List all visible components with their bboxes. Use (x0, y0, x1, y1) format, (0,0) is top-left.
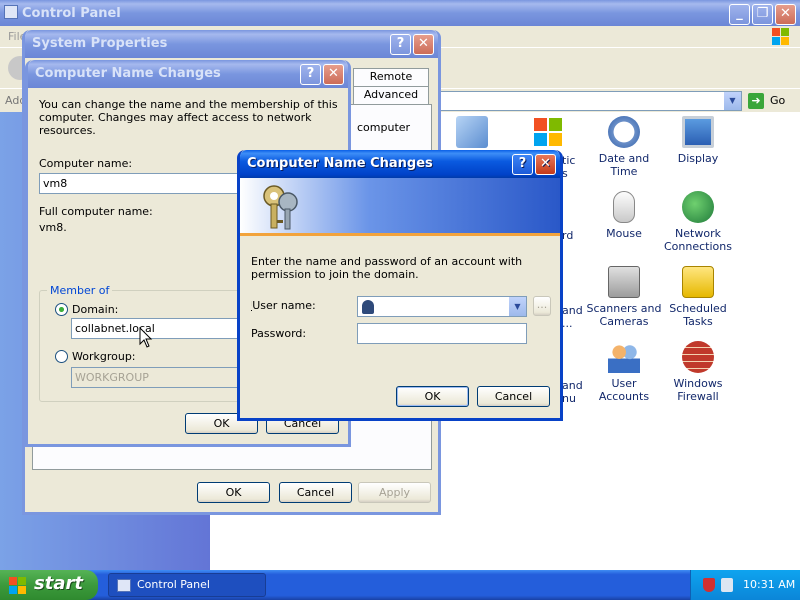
close-icon[interactable]: ✕ (775, 4, 796, 25)
close-icon[interactable]: ✕ (323, 64, 344, 85)
user-icon (362, 300, 374, 314)
close-icon[interactable]: ✕ (413, 34, 434, 55)
address-dropdown-icon[interactable]: ▼ (724, 92, 741, 110)
system-properties-title: System Properties (32, 36, 168, 51)
taskbar: start Control Panel 10:31 AM (0, 570, 800, 600)
ok-button[interactable]: OK (197, 482, 270, 503)
users-icon (608, 341, 640, 373)
scheduled-tasks-item[interactable]: Scheduled Tasks (660, 266, 736, 328)
close-icon[interactable]: ✕ (535, 154, 556, 175)
password-input[interactable] (357, 323, 527, 344)
cnc-front-titlebar[interactable]: Computer Name Changes ? ✕ (240, 150, 560, 178)
maximize-icon[interactable]: ❐ (752, 4, 773, 25)
clock[interactable]: 10:31 AM (743, 578, 795, 591)
domain-radio[interactable] (55, 303, 68, 316)
go-arrow-icon: ➜ (748, 93, 764, 109)
body-fragment: computer (357, 121, 411, 134)
start-logo-icon (9, 577, 27, 595)
firewall-icon (682, 341, 714, 373)
username-input[interactable]: ▼ (357, 296, 527, 317)
partial-label-1: tic (562, 154, 576, 167)
workgroup-label: Workgroup: (72, 350, 136, 363)
taskbar-item-control-panel[interactable]: Control Panel (108, 573, 266, 597)
cancel-button[interactable]: Cancel (279, 482, 352, 503)
partial-label-5: ... (562, 317, 573, 330)
control-panel-title: Control Panel (22, 6, 121, 21)
intro-text: You can change the name and the membersh… (39, 98, 338, 137)
control-panel-icon (4, 5, 18, 19)
start-button[interactable]: start (0, 570, 98, 600)
tab-advanced[interactable]: Advanced (353, 86, 429, 104)
full-name-value: vm8. (39, 221, 67, 234)
domain-label: Domain: (72, 303, 119, 316)
minimize-icon[interactable]: _ (729, 4, 750, 25)
password-label: Password: (251, 327, 307, 340)
security-shield-icon[interactable] (703, 578, 715, 592)
ok-button[interactable]: OK (396, 386, 469, 407)
tasks-icon (682, 266, 714, 298)
computer-name-changes-front-window: Computer Name Changes ? ✕ Enter the name… (237, 150, 563, 421)
windows-firewall-item[interactable]: Windows Firewall (660, 341, 736, 403)
speaker-icon[interactable] (721, 578, 733, 592)
go-button[interactable]: ➜ Go (748, 92, 798, 110)
help-icon[interactable]: ? (512, 154, 533, 175)
help-icon[interactable]: ? (390, 34, 411, 55)
help-icon[interactable]: ? (300, 64, 321, 85)
full-name-label: Full computer name: (39, 205, 153, 218)
scanner-icon (608, 266, 640, 298)
browse-button[interactable]: ... (533, 296, 551, 316)
user-accounts-item[interactable]: User Accounts (586, 341, 662, 403)
mouse-item[interactable]: Mouse (586, 191, 662, 240)
network-icon (682, 191, 714, 223)
partial-icon-1 (456, 116, 488, 148)
date-time-item[interactable]: Date and Time (586, 116, 662, 178)
network-connections-item[interactable]: Network Connections (660, 191, 736, 253)
username-label: UUser name: (251, 299, 316, 312)
tab-remote[interactable]: Remote (353, 68, 429, 86)
cnc-back-titlebar[interactable]: Computer Name Changes ? ✕ (28, 60, 348, 88)
partial-label-7: nu (562, 392, 576, 405)
control-panel-titlebar[interactable]: Control Panel _ ❐ ✕ (0, 0, 800, 26)
member-of-label: Member of (47, 284, 113, 297)
windows-logo-icon (770, 26, 792, 48)
clock-icon (608, 116, 640, 148)
scanners-cameras-item[interactable]: Scanners and Cameras (586, 266, 662, 328)
go-label: Go (770, 94, 786, 107)
keys-icon (263, 185, 298, 230)
display-item[interactable]: Display (660, 116, 736, 165)
display-icon (682, 116, 714, 148)
cnc-back-title: Computer Name Changes (35, 66, 221, 81)
system-properties-titlebar[interactable]: System Properties ? ✕ (25, 30, 438, 58)
partial-label-4: and (562, 304, 583, 317)
address-input[interactable]: ▼ (430, 91, 742, 111)
partial-icon-2 (532, 116, 564, 148)
mouse-icon (613, 191, 635, 223)
cnc-front-title: Computer Name Changes (247, 156, 433, 171)
apply-button[interactable]: Apply (358, 482, 431, 503)
partial-label-3: rd (562, 229, 574, 242)
workgroup-radio[interactable] (55, 350, 68, 363)
join-domain-message: Enter the name and password of an accoun… (251, 255, 523, 281)
mouse-cursor-icon (139, 327, 153, 348)
dialog-banner (240, 178, 560, 236)
partial-label-6: and (562, 379, 583, 392)
username-dropdown-icon[interactable]: ▼ (509, 297, 526, 316)
computer-name-label: Computer name: (39, 157, 133, 170)
system-tray: 10:31 AM (690, 570, 800, 600)
control-panel-task-icon (117, 579, 131, 592)
cancel-button[interactable]: Cancel (477, 386, 550, 407)
